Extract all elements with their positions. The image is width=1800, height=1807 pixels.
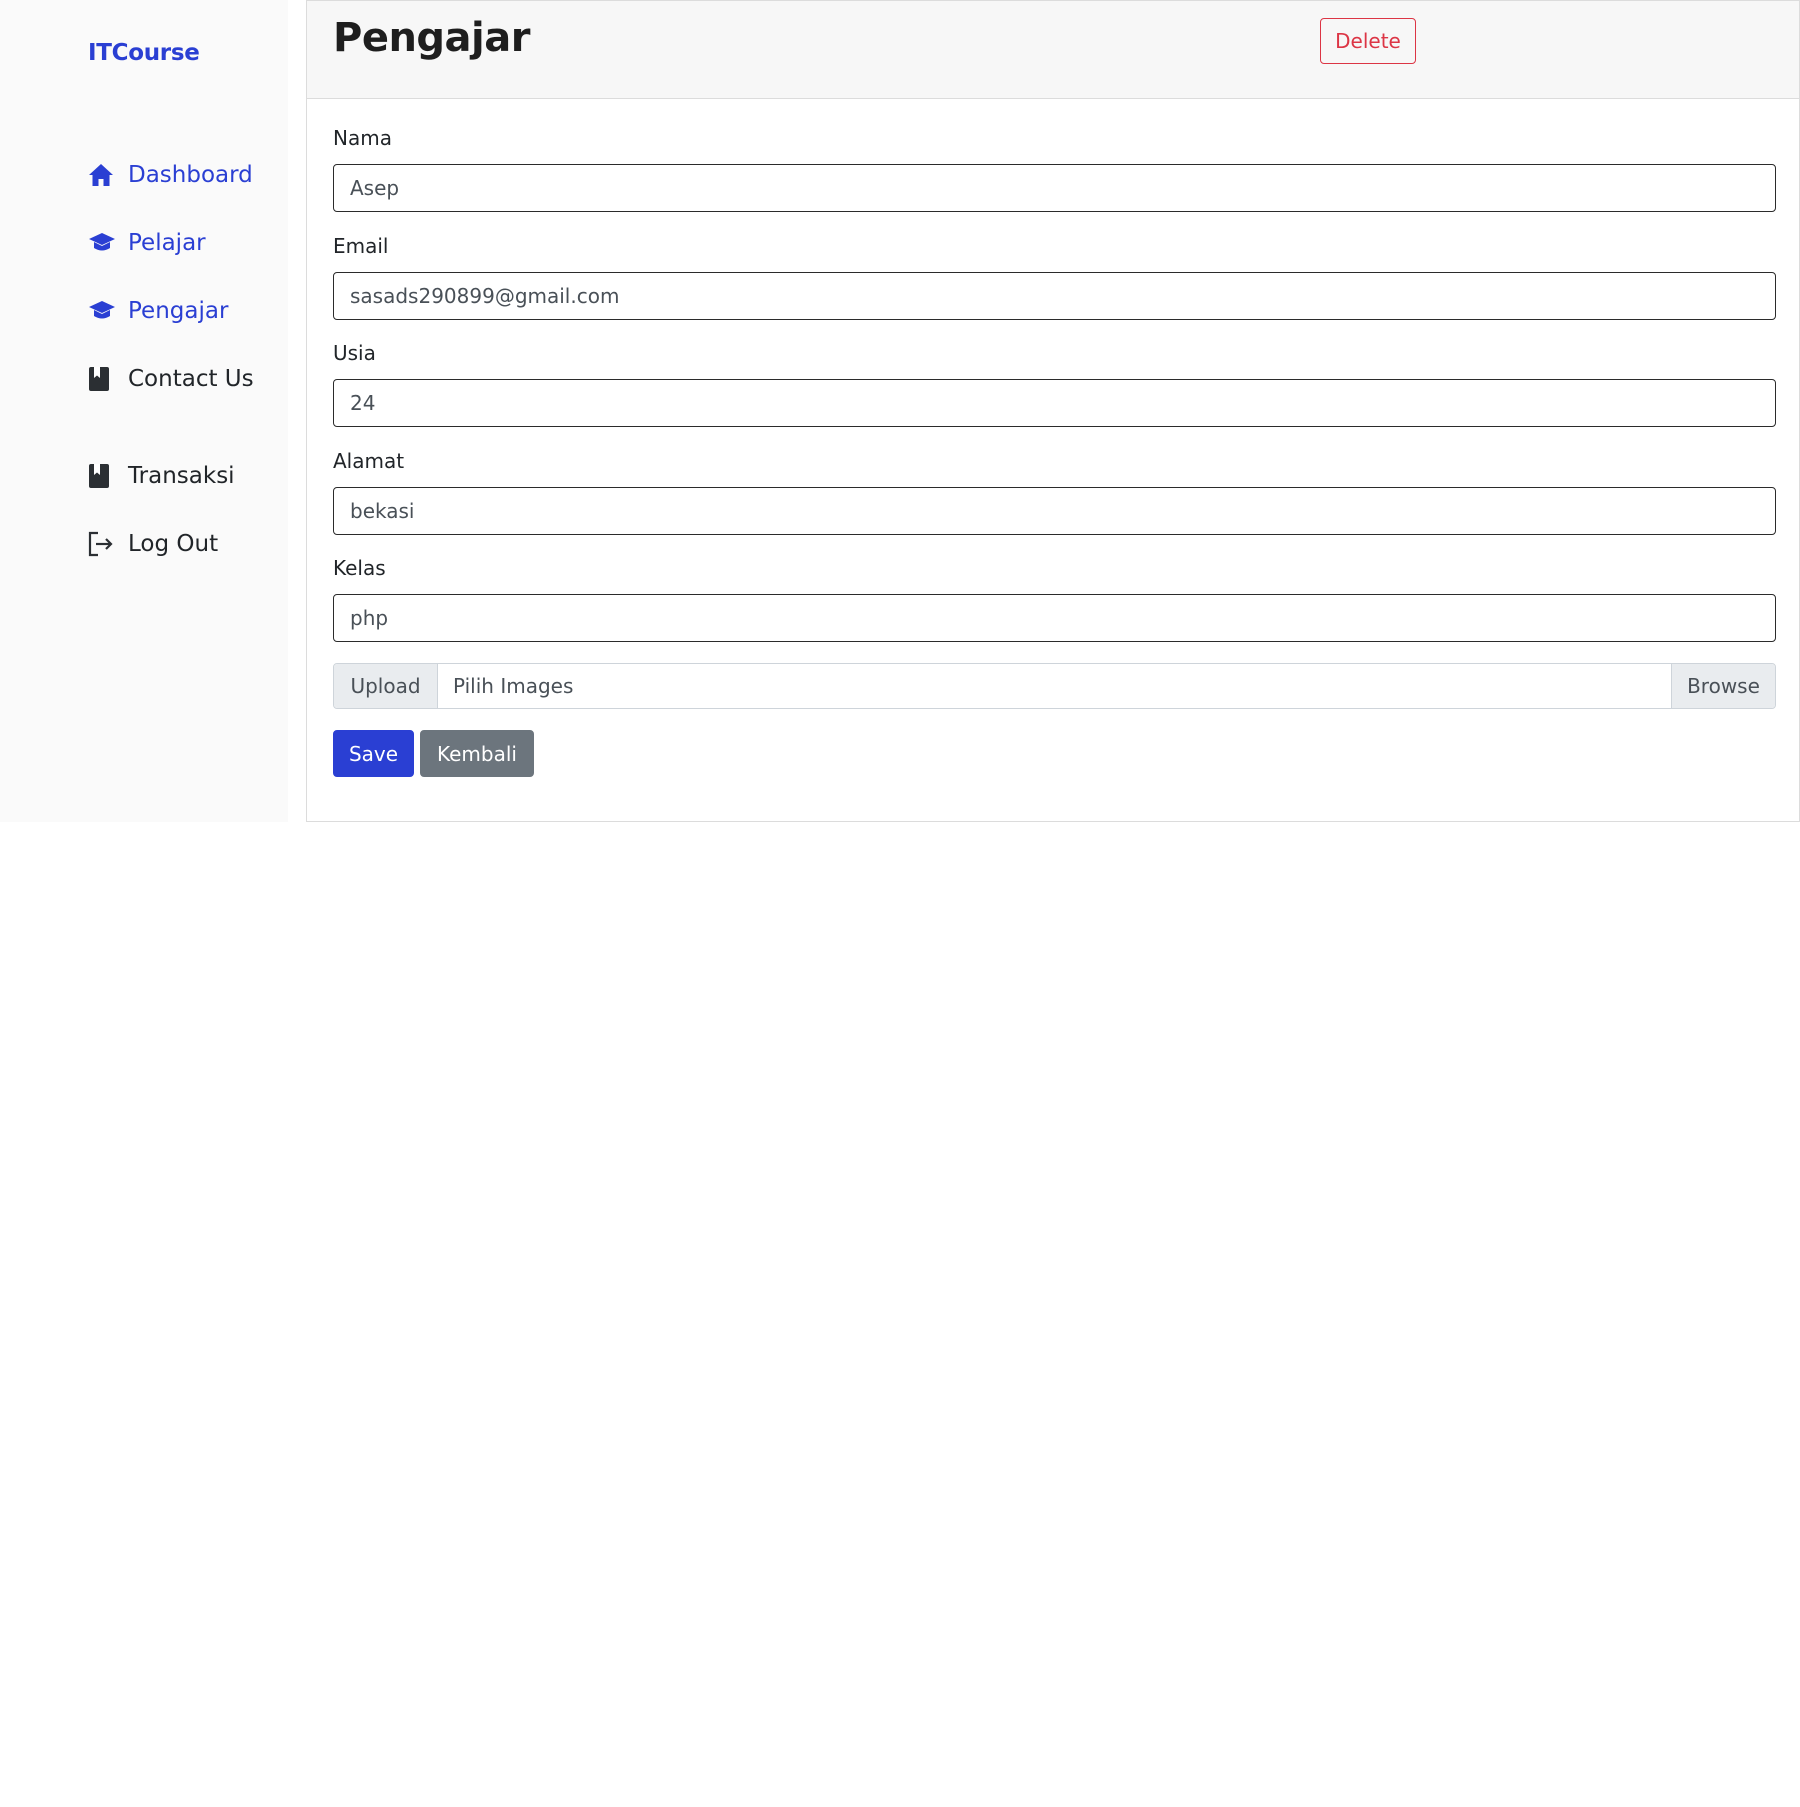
- book-icon: [88, 462, 116, 490]
- sidebar-item-label: Contact Us: [128, 366, 254, 392]
- kelas-input[interactable]: [333, 594, 1776, 642]
- sidebar-item-label: Dashboard: [128, 162, 253, 188]
- sidebar-item-transaksi[interactable]: Transaksi: [88, 456, 235, 496]
- sidebar-item-label: Transaksi: [128, 463, 235, 489]
- sidebar-item-label: Pengajar: [128, 298, 229, 324]
- email-input[interactable]: [333, 272, 1776, 320]
- sidebar-item-label: Log Out: [128, 531, 219, 557]
- page-title: Pengajar: [333, 15, 530, 61]
- home-icon: [88, 161, 116, 189]
- graduation-cap-icon: [88, 297, 116, 325]
- alamat-label: Alamat: [333, 449, 405, 473]
- sidebar-item-pengajar[interactable]: Pengajar: [88, 291, 228, 331]
- book-icon: [88, 365, 116, 393]
- sidebar-item-pelajar[interactable]: Pelajar: [88, 223, 206, 263]
- upload-file-name[interactable]: Pilih Images: [438, 664, 1671, 708]
- usia-label: Usia: [333, 341, 376, 365]
- brand-logo[interactable]: ITCourse: [88, 40, 200, 66]
- upload-prepend-label: Upload: [334, 664, 438, 708]
- save-button[interactable]: Save: [333, 730, 414, 777]
- usia-input[interactable]: [333, 379, 1776, 427]
- email-label: Email: [333, 234, 389, 258]
- nama-label: Nama: [333, 126, 392, 150]
- sidebar-item-contact-us[interactable]: Contact Us: [88, 359, 254, 399]
- nama-input[interactable]: [333, 164, 1776, 212]
- sidebar-item-dashboard[interactable]: Dashboard: [88, 155, 253, 195]
- edit-card: Pengajar Delete Nama Email Usia Alamat K…: [306, 0, 1800, 822]
- sidebar-item-log-out[interactable]: Log Out: [88, 524, 218, 564]
- kelas-label: Kelas: [333, 556, 386, 580]
- card-header: Pengajar Delete: [307, 0, 1799, 99]
- alamat-input[interactable]: [333, 487, 1776, 535]
- image-upload-field[interactable]: Upload Pilih Images Browse: [333, 663, 1776, 709]
- sidebar: ITCourse Dashboard Pelajar Pengajar Cont…: [0, 0, 288, 822]
- browse-button[interactable]: Browse: [1671, 664, 1775, 708]
- back-button[interactable]: Kembali: [420, 730, 534, 777]
- graduation-cap-icon: [88, 229, 116, 257]
- sidebar-item-label: Pelajar: [128, 230, 206, 256]
- delete-button[interactable]: Delete: [1320, 18, 1416, 64]
- logout-icon: [88, 530, 116, 558]
